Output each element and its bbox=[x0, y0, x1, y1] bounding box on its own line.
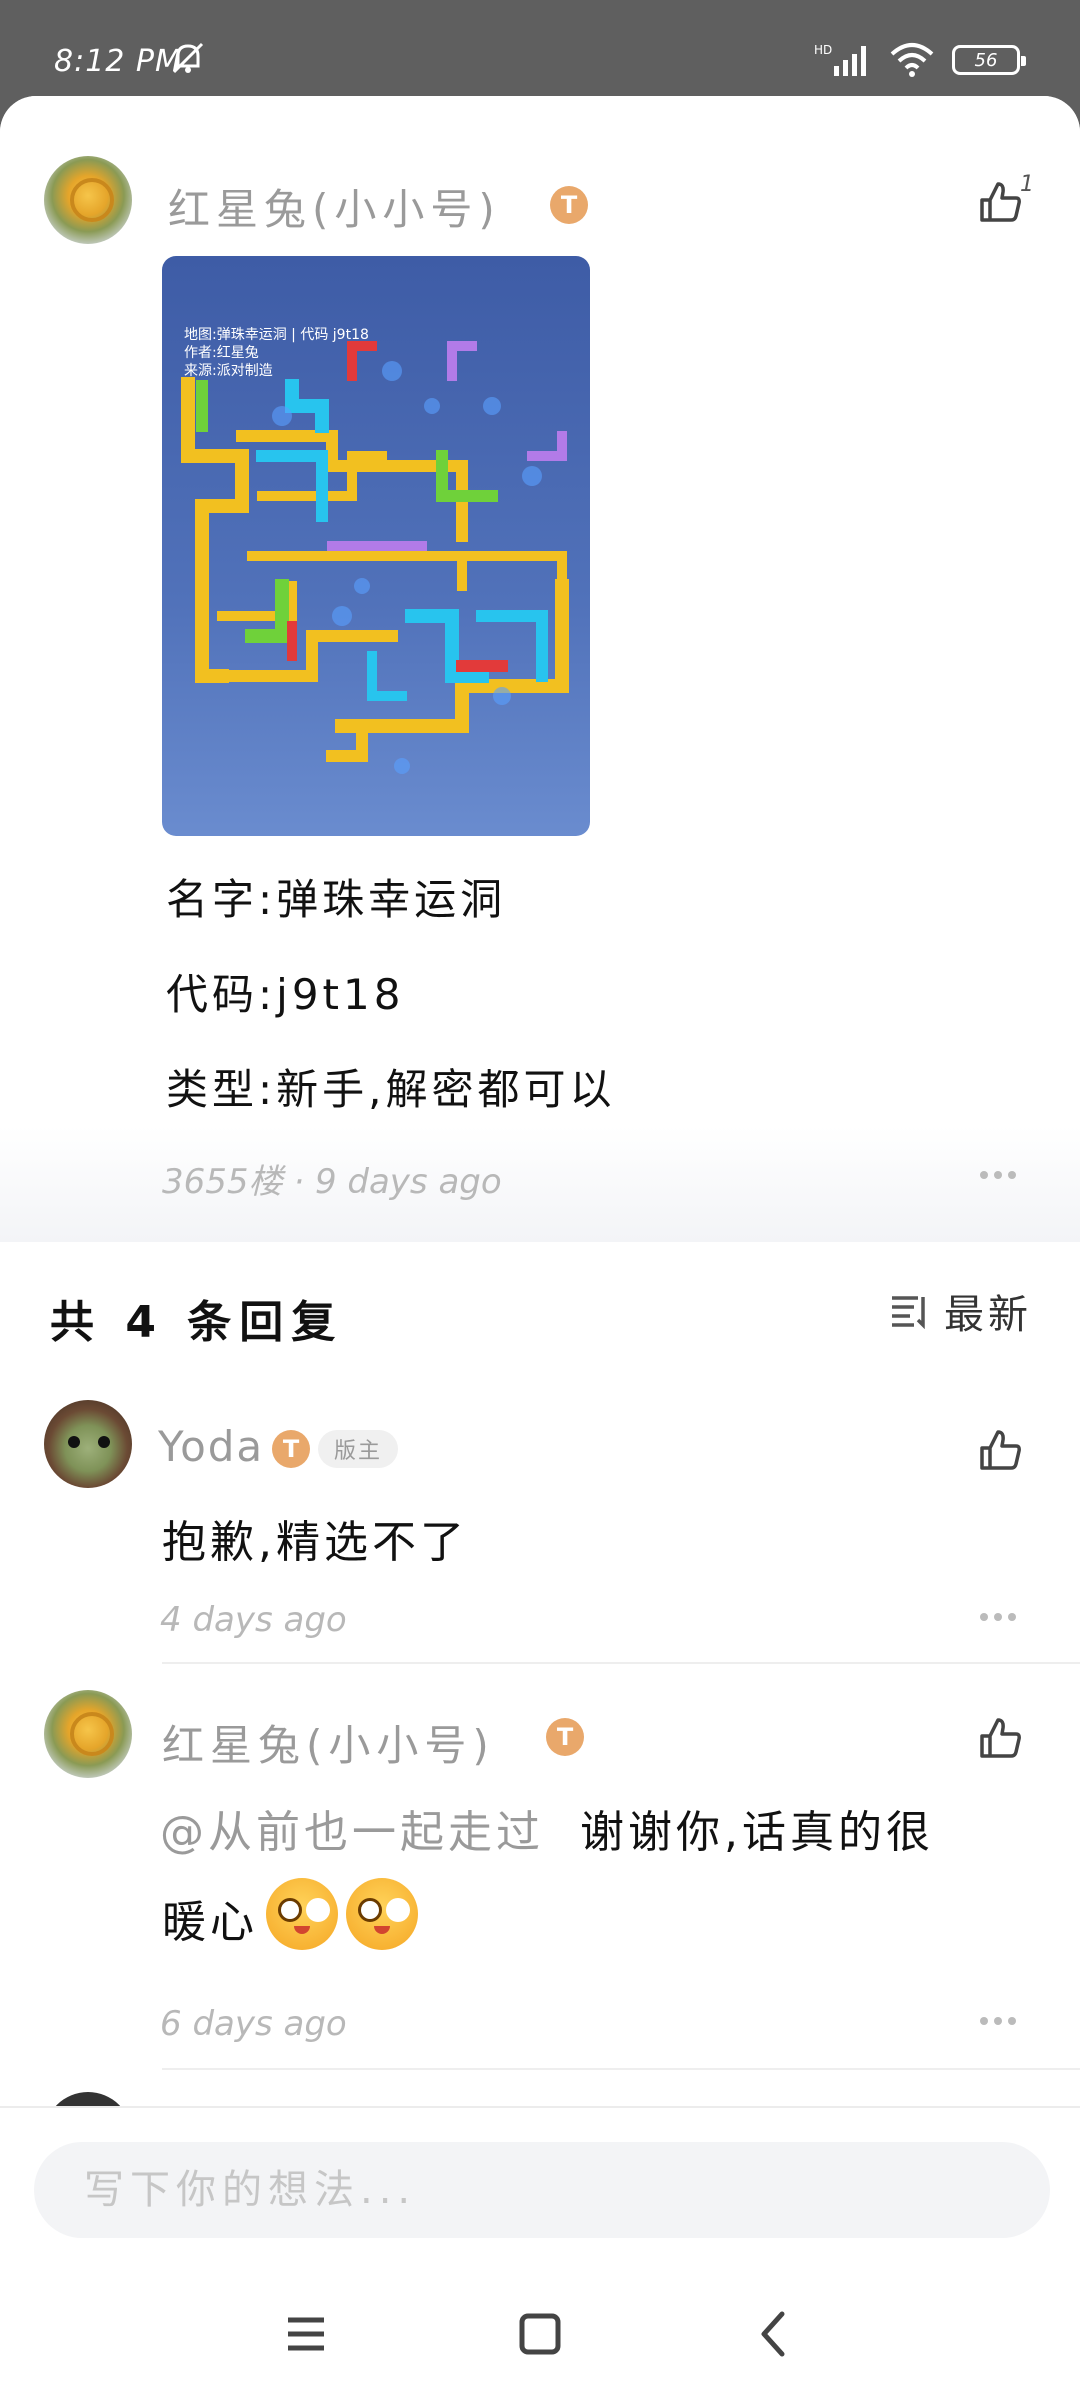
level-badge: T bbox=[550, 186, 588, 224]
reply-time: 4 days ago bbox=[160, 1600, 347, 1640]
original-post: 红星兔(小小号) T 1 地图:弹珠幸运洞 | 代码 j9t18 作者:红星兔 … bbox=[0, 96, 1080, 1242]
system-nav-bar bbox=[0, 2272, 1080, 2400]
thumbs-up-icon[interactable] bbox=[976, 1714, 1024, 1762]
reply-text: 抱歉,精选不了 bbox=[162, 1517, 468, 1568]
status-bar: 8:12 PM HD 56 bbox=[0, 0, 1080, 96]
comment-input[interactable] bbox=[34, 2142, 1050, 2238]
reply-author[interactable]: 红星兔(小小号) bbox=[162, 1712, 495, 1773]
more-icon[interactable] bbox=[978, 2014, 1018, 2028]
divider bbox=[162, 1662, 1080, 1664]
post-author[interactable]: 红星兔(小小号) bbox=[168, 176, 501, 237]
reply-text-line: @从前也一起走过 谢谢你,话真的很 bbox=[160, 1796, 934, 1860]
like-count: 1 bbox=[1020, 172, 1034, 197]
battery-icon: 56 bbox=[952, 45, 1026, 75]
signal-icon: HD bbox=[814, 43, 866, 76]
status-time: 8:12 PM bbox=[54, 44, 182, 79]
sort-label: 最新 bbox=[944, 1292, 1032, 1338]
comment-sheet: 红星兔(小小号) T 1 地图:弹珠幸运洞 | 代码 j9t18 作者:红星兔 … bbox=[0, 96, 1080, 2400]
reply-text-part: 谢谢你,话真的很 bbox=[580, 1807, 934, 1858]
reply-text-line: 暖心 bbox=[162, 1878, 418, 1950]
map-image[interactable]: 地图:弹珠幸运洞 | 代码 j9t18 作者:红星兔 来源:派对制造 bbox=[162, 256, 590, 836]
thumbs-up-icon[interactable] bbox=[976, 1426, 1024, 1474]
post-meta: 3655楼 · 9 days ago bbox=[162, 1162, 502, 1202]
divider bbox=[162, 2068, 1080, 2070]
level-badge: T bbox=[546, 1718, 584, 1756]
post-line-type: 类型:新手,解密都可以 bbox=[166, 1065, 616, 1114]
more-icon[interactable] bbox=[978, 1610, 1018, 1624]
pleading-emoji-icon bbox=[346, 1878, 418, 1950]
replies-count-title: 共 4 条回复 bbox=[50, 1297, 344, 1348]
do-not-disturb-icon bbox=[172, 42, 204, 74]
sort-button[interactable]: 最新 bbox=[890, 1282, 1032, 1340]
status-indicators: HD 56 bbox=[814, 40, 1026, 80]
menu-icon[interactable] bbox=[266, 2294, 346, 2374]
level-badge: T bbox=[272, 1430, 310, 1468]
post-line-name: 名字:弹珠幸运洞 bbox=[166, 875, 507, 924]
avatar[interactable] bbox=[44, 156, 132, 244]
reply-author[interactable]: Yoda bbox=[158, 1422, 264, 1471]
thumbs-up-icon[interactable] bbox=[976, 178, 1024, 226]
back-icon[interactable] bbox=[734, 2294, 814, 2374]
network-label: HD bbox=[814, 43, 832, 57]
avatar[interactable] bbox=[44, 1690, 132, 1778]
reply-time: 6 days ago bbox=[160, 2004, 347, 2044]
home-icon[interactable] bbox=[500, 2294, 580, 2374]
moderator-badge: 版主 bbox=[318, 1430, 399, 1468]
reply-text-part: 暖心 bbox=[162, 1897, 258, 1948]
avatar[interactable] bbox=[44, 1400, 132, 1488]
mention-link[interactable]: @从前也一起走过 bbox=[160, 1807, 544, 1858]
wifi-icon bbox=[890, 43, 934, 77]
pleading-emoji-icon bbox=[266, 1878, 338, 1950]
post-line-code: 代码:j9t18 bbox=[166, 970, 405, 1019]
sort-icon bbox=[892, 1296, 925, 1329]
map-illustration bbox=[181, 341, 569, 774]
battery-level: 56 bbox=[974, 49, 998, 71]
more-icon[interactable] bbox=[978, 1168, 1018, 1182]
